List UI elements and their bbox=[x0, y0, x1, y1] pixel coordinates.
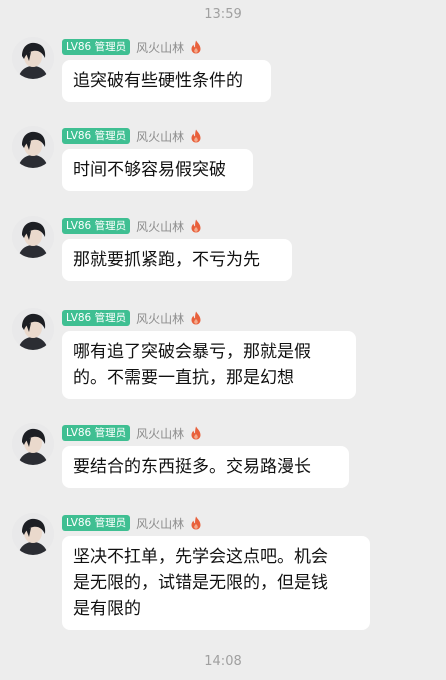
message-text: 那就要抓紧跑，不亏为先 bbox=[73, 250, 260, 270]
level-badge: LV86 管理员 bbox=[62, 218, 131, 234]
message-text-line: 坚决不扛单，先学会这点吧。机会 bbox=[73, 547, 328, 567]
avatar[interactable] bbox=[12, 308, 54, 350]
user-avatar-icon bbox=[12, 423, 54, 465]
level-badge: LV86 管理员 bbox=[62, 425, 131, 441]
username[interactable]: 风火山林 bbox=[136, 310, 184, 327]
level-badge: LV86 管理员 bbox=[62, 128, 131, 144]
avatar[interactable] bbox=[12, 37, 54, 79]
avatar[interactable] bbox=[12, 513, 54, 555]
message-text-line: 哪有追了突破会暴亏，那就是假 bbox=[73, 342, 311, 362]
flame-icon bbox=[191, 129, 201, 143]
username[interactable]: 风火山林 bbox=[136, 425, 184, 442]
message-header: LV86 管理员 风火山林 bbox=[62, 128, 202, 144]
flame-icon bbox=[191, 40, 201, 54]
message-bubble[interactable]: 追突破有些硬性条件的 bbox=[62, 60, 271, 102]
message-bubble[interactable]: 时间不够容易假突破 bbox=[62, 149, 253, 191]
user-avatar-icon bbox=[12, 126, 54, 168]
message-text-line: 是有限的 bbox=[73, 599, 141, 619]
message-bubble[interactable]: 要结合的东西挺多。交易路漫长 bbox=[62, 446, 349, 488]
flame-icon bbox=[191, 516, 201, 530]
message-text-line: 是无限的，试错是无限的，但是钱 bbox=[73, 573, 328, 593]
username[interactable]: 风火山林 bbox=[136, 128, 184, 145]
flame-icon bbox=[191, 219, 201, 233]
message-text-line: 的。不需要一直抗，那是幻想 bbox=[73, 368, 294, 388]
flame-icon bbox=[191, 426, 201, 440]
timestamp-top: 13:59 bbox=[204, 7, 242, 22]
message-header: LV86 管理员 风火山林 bbox=[62, 218, 202, 234]
message-header: LV86 管理员 风火山林 bbox=[62, 310, 202, 326]
username[interactable]: 风火山林 bbox=[136, 39, 184, 56]
message-text: 追突破有些硬性条件的 bbox=[73, 71, 243, 91]
flame-icon bbox=[191, 311, 201, 325]
message-bubble[interactable]: 坚决不扛单，先学会这点吧。机会 是无限的，试错是无限的，但是钱 是有限的 bbox=[62, 536, 370, 630]
message-text: 要结合的东西挺多。交易路漫长 bbox=[73, 457, 311, 477]
message-bubble[interactable]: 哪有追了突破会暴亏，那就是假 的。不需要一直抗，那是幻想 bbox=[62, 331, 356, 399]
user-avatar-icon bbox=[12, 308, 54, 350]
username[interactable]: 风火山林 bbox=[136, 515, 184, 532]
message-bubble[interactable]: 那就要抓紧跑，不亏为先 bbox=[62, 239, 292, 281]
message-text: 时间不够容易假突破 bbox=[73, 160, 226, 180]
user-avatar-icon bbox=[12, 37, 54, 79]
message-header: LV86 管理员 风火山林 bbox=[62, 515, 202, 531]
level-badge: LV86 管理员 bbox=[62, 310, 131, 326]
level-badge: LV86 管理员 bbox=[62, 39, 131, 55]
avatar[interactable] bbox=[12, 216, 54, 258]
user-avatar-icon bbox=[12, 216, 54, 258]
avatar[interactable] bbox=[12, 126, 54, 168]
message-header: LV86 管理员 风火山林 bbox=[62, 39, 202, 55]
user-avatar-icon bbox=[12, 513, 54, 555]
message-header: LV86 管理员 风火山林 bbox=[62, 425, 202, 441]
username[interactable]: 风火山林 bbox=[136, 218, 184, 235]
avatar[interactable] bbox=[12, 423, 54, 465]
level-badge: LV86 管理员 bbox=[62, 515, 131, 531]
timestamp-bottom: 14:08 bbox=[204, 654, 242, 669]
